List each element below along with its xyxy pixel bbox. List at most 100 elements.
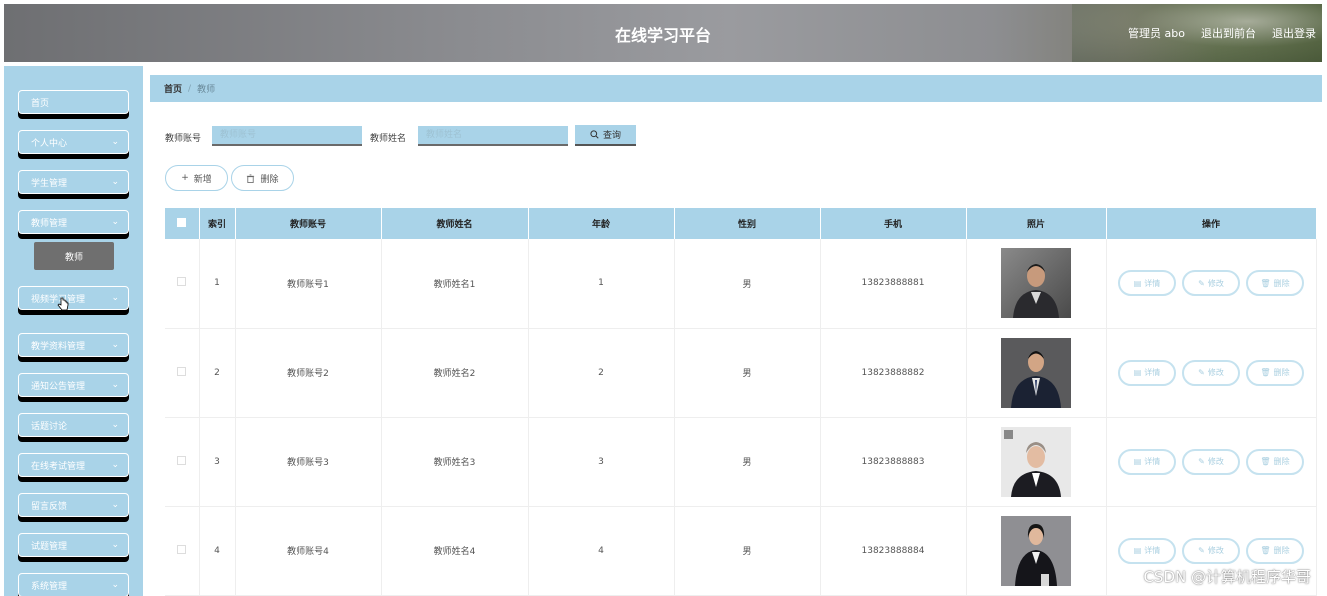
- teacher-name-input[interactable]: [418, 126, 568, 146]
- cell-phone: 13823888883: [820, 417, 967, 506]
- row-checkbox[interactable]: [177, 277, 187, 287]
- chevron-down-icon: ⌄: [111, 137, 119, 147]
- select-all-cell[interactable]: [165, 208, 200, 239]
- edit-button[interactable]: ✎ 修改: [1182, 448, 1240, 475]
- pencil-icon: ✎: [1198, 546, 1205, 555]
- add-button[interactable]: + 新增: [165, 165, 228, 191]
- teacher-photo: [1001, 515, 1071, 586]
- sidebar-item-label: 在线考试管理: [31, 461, 86, 472]
- cell-phone: 13823888881: [820, 239, 967, 328]
- sidebar-item-teacher-mgmt[interactable]: 教师管理 ⌄: [18, 210, 129, 234]
- sidebar: 首页 个人中心 ⌄ 学生管理 ⌄ 教师管理 ⌄ 教师 视频学习管理 ⌄ 教学资料…: [4, 66, 143, 596]
- edit-button[interactable]: ✎ 修改: [1182, 270, 1240, 297]
- delete-button[interactable]: 🗑 删除: [1246, 448, 1304, 475]
- cell-photo: [966, 506, 1107, 595]
- sidebar-item-label: 教学资料管理: [31, 341, 86, 352]
- sidebar-item-video-learning-mgmt[interactable]: 视频学习管理 ⌄: [18, 286, 129, 310]
- cell-gender: 男: [674, 506, 821, 595]
- cell-photo: [966, 239, 1107, 328]
- teacher-name-label: 教师姓名: [370, 134, 407, 144]
- trash-icon: 🗑: [1260, 546, 1271, 555]
- detail-button[interactable]: ▤ 详情: [1118, 537, 1176, 564]
- chevron-down-icon: ⌄: [111, 293, 119, 303]
- table-row: 2 教师账号2 教师姓名2 2 男 13823888882 ▤ 详情 ✎ 修改 …: [165, 328, 1317, 417]
- sidebar-item-online-exam-mgmt[interactable]: 在线考试管理 ⌄: [18, 453, 129, 477]
- hand-cursor-icon: [57, 297, 69, 311]
- delete-button[interactable]: 🗑 删除: [1246, 270, 1304, 297]
- cell-account: 教师账号3: [235, 417, 382, 506]
- edit-button-label: 修改: [1207, 457, 1224, 466]
- logout-link[interactable]: 退出登录: [1272, 25, 1316, 41]
- detail-button[interactable]: ▤ 详情: [1118, 270, 1176, 297]
- document-icon: ▤: [1133, 278, 1142, 288]
- sidebar-item-label: 首页: [31, 98, 50, 109]
- pencil-icon: ✎: [1198, 278, 1205, 288]
- cell-gender: 男: [674, 328, 821, 417]
- delete-button-label: 删除: [1273, 368, 1290, 377]
- delete-button-label: 删除: [1273, 457, 1290, 466]
- col-header-phone: 手机: [820, 208, 967, 239]
- col-header-name: 教师姓名: [381, 208, 529, 239]
- delete-button[interactable]: 🗑 删除: [1246, 359, 1304, 386]
- cell-phone: 13823888882: [820, 328, 967, 417]
- sidebar-item-question-mgmt[interactable]: 试题管理 ⌄: [18, 533, 129, 557]
- teacher-account-label: 教师账号: [165, 134, 202, 144]
- row-checkbox[interactable]: [177, 455, 187, 465]
- batch-delete-button-label: 删除: [260, 174, 279, 185]
- delete-button[interactable]: 🗑 删除: [1246, 537, 1304, 564]
- sidebar-item-notice-mgmt[interactable]: 通知公告管理 ⌄: [18, 373, 129, 397]
- col-header-gender: 性别: [674, 208, 821, 239]
- submenu-item-teacher[interactable]: 教师: [34, 242, 114, 270]
- select-all-checkbox[interactable]: [177, 217, 187, 227]
- col-header-age: 年龄: [528, 208, 675, 239]
- sidebar-item-topic-discussion[interactable]: 话题讨论 ⌄: [18, 413, 129, 437]
- chevron-down-icon: ⌄: [111, 540, 119, 550]
- edit-button[interactable]: ✎ 修改: [1182, 359, 1240, 386]
- sidebar-item-personal-center[interactable]: 个人中心 ⌄: [18, 130, 129, 154]
- exit-to-front-link[interactable]: 退出到前台: [1201, 25, 1256, 41]
- sidebar-item-feedback[interactable]: 留言反馈 ⌄: [18, 493, 129, 517]
- cell-actions: ▤ 详情 ✎ 修改 🗑 删除: [1106, 417, 1317, 506]
- cell-name: 教师姓名2: [381, 328, 529, 417]
- document-icon: ▤: [1133, 546, 1142, 555]
- cell-index: 1: [199, 239, 236, 328]
- trash-icon: 🗑: [1260, 278, 1271, 288]
- sidebar-item-home[interactable]: 首页: [18, 90, 129, 114]
- search-icon: [590, 130, 599, 139]
- sidebar-item-system-mgmt[interactable]: 系统管理 ⌄: [18, 573, 129, 596]
- csdn-watermark: CSDN @计算机程序华哥: [1143, 568, 1311, 586]
- query-button[interactable]: 查询: [575, 125, 636, 146]
- cell-photo: [966, 328, 1107, 417]
- chevron-down-icon: ⌄: [111, 177, 119, 187]
- breadcrumb-current: 教师: [197, 85, 216, 95]
- row-checkbox[interactable]: [177, 366, 187, 376]
- chevron-down-icon: ⌄: [111, 420, 119, 430]
- batch-delete-button[interactable]: 删除: [231, 165, 294, 191]
- teacher-account-input[interactable]: [212, 126, 362, 146]
- row-checkbox[interactable]: [177, 544, 187, 554]
- chevron-down-icon: ⌄: [111, 217, 119, 227]
- sidebar-item-label: 通知公告管理: [31, 381, 86, 392]
- cell-name: 教师姓名4: [381, 506, 529, 595]
- sidebar-item-student-mgmt[interactable]: 学生管理 ⌄: [18, 170, 129, 194]
- breadcrumb-home[interactable]: 首页: [164, 82, 182, 95]
- edit-button-label: 修改: [1207, 278, 1224, 288]
- row-select-cell: [165, 239, 200, 328]
- sidebar-item-teaching-materials-mgmt[interactable]: 教学资料管理 ⌄: [18, 333, 129, 357]
- edit-button-label: 修改: [1207, 368, 1224, 377]
- edit-button[interactable]: ✎ 修改: [1182, 537, 1240, 564]
- app-title: 在线学习平台: [614, 26, 711, 45]
- table-row: 3 教师账号3 教师姓名3 3 男 13823888883 ▤ 详情 ✎ 修改 …: [165, 417, 1317, 506]
- add-button-label: 新增: [193, 174, 212, 185]
- sidebar-item-label: 话题讨论: [31, 421, 68, 432]
- trash-icon: [247, 173, 255, 183]
- chevron-down-icon: ⌄: [111, 500, 119, 510]
- sidebar-item-label: 学生管理: [31, 178, 68, 189]
- cell-name: 教师姓名1: [381, 239, 529, 328]
- sidebar-item-label: 系统管理: [31, 581, 68, 592]
- detail-button[interactable]: ▤ 详情: [1118, 359, 1176, 386]
- cell-account: 教师账号1: [235, 239, 382, 328]
- detail-button[interactable]: ▤ 详情: [1118, 448, 1176, 475]
- cell-actions: ▤ 详情 ✎ 修改 🗑 删除: [1106, 239, 1317, 328]
- cell-phone: 13823888884: [820, 506, 967, 595]
